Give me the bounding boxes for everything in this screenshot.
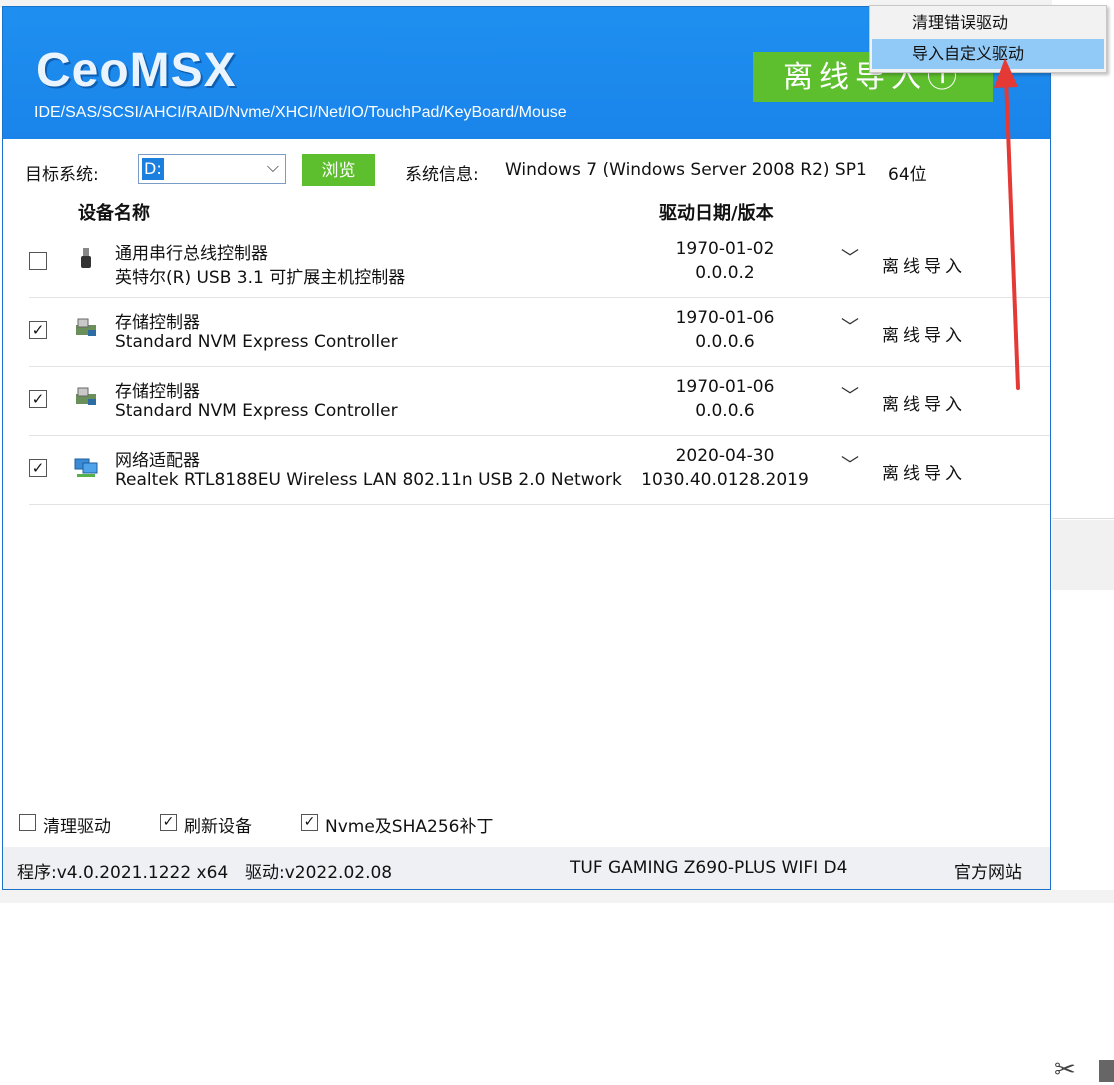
option-checkbox[interactable] xyxy=(19,814,36,831)
scissors-icon: ✂ xyxy=(1054,1055,1076,1085)
supported-types: IDE/SAS/SCSI/AHCI/RAID/Nvme/XHCI/Net/IO/… xyxy=(34,104,567,121)
device-name: 英特尔(R) USB 3.1 可扩展主机控制器 xyxy=(115,268,406,288)
program-version: 程序:v4.0.2021.1222 x64 xyxy=(17,863,229,883)
target-drive-value: D: xyxy=(142,158,164,180)
device-driver-date: 2020-04-30 xyxy=(675,446,775,466)
chevron-down-icon[interactable]: ⌵ xyxy=(267,157,279,177)
option-label: 清理驱动 xyxy=(43,817,111,837)
device-driver-version: 0.0.0.6 xyxy=(695,401,755,421)
option-checkbox[interactable]: ✓ xyxy=(301,814,318,831)
device-category: 网络适配器 xyxy=(115,451,200,471)
toolbar-block-icon xyxy=(1099,1060,1114,1082)
storage-icon xyxy=(73,384,99,410)
chevron-down-icon[interactable]: ﹀ xyxy=(841,382,859,408)
device-driver-date: 1970-01-06 xyxy=(675,308,775,328)
network-icon xyxy=(73,453,99,479)
context-menu: 清理错误驱动 导入自定义驱动 xyxy=(869,5,1107,73)
background-document: ✂ xyxy=(1052,0,1114,1085)
option-checkbox[interactable]: ✓ xyxy=(160,814,177,831)
column-header-device-name: 设备名称 xyxy=(78,203,150,224)
device-row: 通用串行总线控制器 英特尔(R) USB 3.1 可扩展主机控制器 1970-0… xyxy=(29,228,1050,298)
device-row: ✓ 存储控制器 Standard NVM Express Controller … xyxy=(29,297,1050,367)
chevron-down-icon[interactable]: ﹀ xyxy=(841,451,859,477)
chevron-down-icon[interactable]: ﹀ xyxy=(841,313,859,339)
column-header-date-version: 驱动日期/版本 xyxy=(659,203,774,224)
app-logo: CeoMSX xyxy=(36,44,237,97)
usb-icon xyxy=(73,246,99,272)
device-checkbox[interactable]: ✓ xyxy=(29,459,47,477)
device-driver-version: 0.0.0.2 xyxy=(695,263,755,283)
device-offline-import-button[interactable]: 离线导入 xyxy=(882,459,966,484)
device-name: Standard NVM Express Controller xyxy=(115,332,398,352)
background-divider xyxy=(1052,518,1114,519)
sysinfo-bits: 64位 xyxy=(888,165,927,185)
device-checkbox[interactable]: ✓ xyxy=(29,390,47,408)
device-row: ✓ 网络适配器 Realtek RTL8188EU Wireless LAN 8… xyxy=(29,435,1050,505)
sysinfo-label: 系统信息: xyxy=(405,165,479,185)
menu-item-import-custom-driver[interactable]: 导入自定义驱动 xyxy=(872,39,1104,69)
device-name: Realtek RTL8188EU Wireless LAN 802.11n U… xyxy=(115,470,622,490)
target-system-row: 目标系统: D: ⌵ 浏览 系统信息: Windows 7 (Windows S… xyxy=(3,154,1050,190)
device-offline-import-button[interactable]: 离线导入 xyxy=(882,321,966,346)
device-checkbox[interactable] xyxy=(29,252,47,270)
motherboard-model: TUF GAMING Z690-PLUS WIFI D4 xyxy=(570,858,848,878)
device-name: Standard NVM Express Controller xyxy=(115,401,398,421)
background-desktop-bottom xyxy=(0,890,1114,903)
device-offline-import-button[interactable]: 离线导入 xyxy=(882,252,966,277)
option-label: 刷新设备 xyxy=(184,817,252,837)
browse-button[interactable]: 浏览 xyxy=(302,154,375,186)
menu-item-clean-error-drivers[interactable]: 清理错误驱动 xyxy=(872,8,1104,38)
target-drive-select[interactable]: D: ⌵ xyxy=(138,154,286,184)
storage-icon xyxy=(73,315,99,341)
device-driver-date: 1970-01-06 xyxy=(675,377,775,397)
option-label: Nvme及SHA256补丁 xyxy=(325,817,494,837)
device-checkbox[interactable]: ✓ xyxy=(29,321,47,339)
device-category: 存储控制器 xyxy=(115,313,200,333)
device-offline-import-button[interactable]: 离线导入 xyxy=(882,390,966,415)
sysinfo-value: Windows 7 (Windows Server 2008 R2) SP1 xyxy=(505,160,867,180)
app-window: CeoMSX IDE/SAS/SCSI/AHCI/RAID/Nvme/XHCI/… xyxy=(2,6,1051,890)
target-system-label: 目标系统: xyxy=(25,165,99,185)
status-bar: 程序:v4.0.2021.1222 x64 驱动:v2022.02.08 TUF… xyxy=(3,847,1050,889)
device-category: 存储控制器 xyxy=(115,382,200,402)
chevron-down-icon[interactable]: ﹀ xyxy=(841,244,859,270)
driver-version: 驱动:v2022.02.08 xyxy=(245,863,393,883)
device-driver-version: 0.0.0.6 xyxy=(695,332,755,352)
device-driver-version: 1030.40.0128.2019 xyxy=(641,470,809,490)
background-toolbar: ✂ xyxy=(1052,520,1114,1085)
device-category: 通用串行总线控制器 xyxy=(115,244,268,264)
device-row: ✓ 存储控制器 Standard NVM Express Controller … xyxy=(29,366,1050,436)
device-driver-date: 1970-01-02 xyxy=(675,239,775,259)
official-website-link[interactable]: 官方网站 xyxy=(954,858,1022,883)
